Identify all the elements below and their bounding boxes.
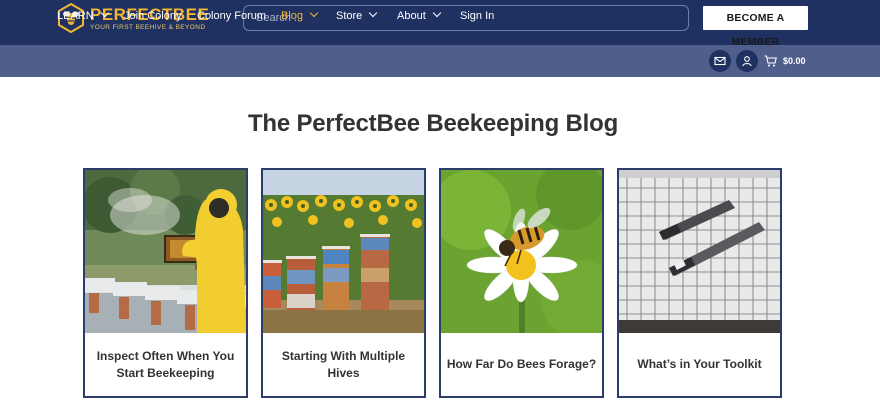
blog-card[interactable]: How Far Do Bees Forage? <box>439 168 604 398</box>
card-title[interactable]: How Far Do Bees Forage? <box>445 333 598 396</box>
become-member-button[interactable]: BECOME A MEMBER <box>702 5 809 48</box>
cart-button[interactable]: $0.00 <box>764 45 806 77</box>
chevron-down-icon <box>309 8 319 18</box>
contact-button[interactable] <box>709 50 731 72</box>
nav-item-colony-forum[interactable]: Colony Forum <box>197 0 266 32</box>
card-image-hives[interactable] <box>263 170 424 333</box>
cart-total: $0.00 <box>783 56 806 66</box>
nav-item-label: Join Colony <box>124 10 182 22</box>
card-title[interactable]: What’s in Your Toolkit <box>623 333 776 396</box>
nav-item-label: Sign In <box>460 10 495 22</box>
nav-item-label: Blog <box>281 10 304 22</box>
blog-card[interactable]: Starting With Multiple Hives <box>261 168 426 398</box>
account-button[interactable] <box>736 50 758 72</box>
nav-item-about[interactable]: About <box>397 0 441 32</box>
cart-icon <box>764 55 777 67</box>
chevron-down-icon <box>432 8 441 18</box>
card-image-beekeeper[interactable] <box>85 170 246 333</box>
chevron-down-icon <box>369 8 378 18</box>
nav-item-sign-in[interactable]: Sign In <box>460 0 494 32</box>
blog-card[interactable]: What’s in Your Toolkit <box>617 168 782 398</box>
nav-item-label: About <box>397 10 426 22</box>
nav-item-label: Colony Forum <box>197 10 267 22</box>
card-title[interactable]: Starting With Multiple Hives <box>267 333 420 396</box>
card-image-bee-on-flower[interactable] <box>441 170 602 333</box>
nav-item-join-colony[interactable]: Join Colony <box>124 0 181 32</box>
nav-item-label: Store <box>336 10 363 22</box>
mail-icon <box>714 56 726 66</box>
card-image-hive-tools[interactable] <box>619 170 780 333</box>
nav-item-learn[interactable]: LEARN <box>57 0 109 32</box>
nav-item-label: LEARN <box>57 10 94 22</box>
nav-item-store[interactable]: Store <box>336 0 378 32</box>
blog-card[interactable]: Inspect Often When You Start Beekeeping <box>83 168 248 398</box>
page-title: The PerfectBee Beekeeping Blog <box>247 110 619 137</box>
user-icon <box>742 56 752 67</box>
card-title[interactable]: Inspect Often When You Start Beekeeping <box>89 333 242 396</box>
chevron-down-icon <box>100 8 109 18</box>
nav-item-blog[interactable]: Blog <box>281 0 319 32</box>
